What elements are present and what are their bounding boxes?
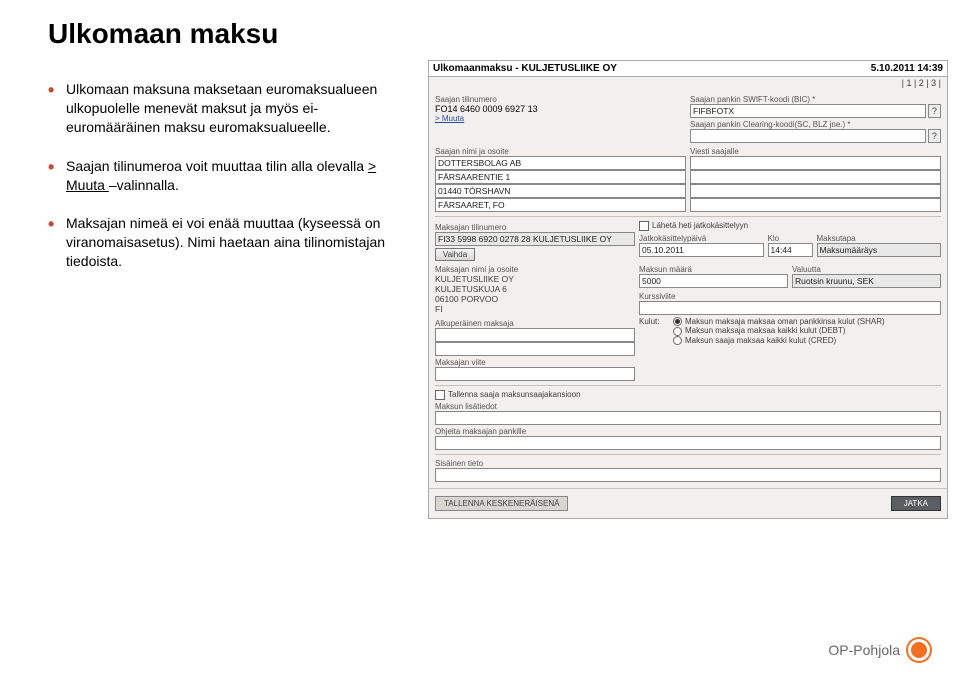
extra-input[interactable] — [435, 411, 941, 425]
bullet-list: Ulkomaan maksuna maksetaan euromaksualue… — [48, 80, 408, 291]
lbl-payment-type: Maksutapa — [817, 234, 942, 243]
divider — [435, 216, 941, 217]
swift-input[interactable]: FIFBFOTX — [690, 104, 926, 118]
lbl-klo: Klo — [768, 234, 813, 243]
msg-2[interactable] — [690, 170, 941, 184]
lbl-payer-name: Maksajan nimi ja osoite — [435, 265, 635, 274]
lbl-fee-shar: Maksun maksaja maksaa oman pankkinsa kul… — [685, 317, 885, 326]
lbl-batch-date: Jatkokäsittelypäivä — [639, 234, 764, 243]
lbl-fee-debt: Maksun maksaja maksaa kaikki kulut (DEBT… — [685, 326, 846, 335]
payee-name-1[interactable]: DOTTERSBOLAG AB — [435, 156, 686, 170]
amount-input[interactable]: 5000 — [639, 274, 788, 288]
payer-name-4: FI — [435, 304, 635, 314]
brand-logo: OP-Pohjola — [828, 637, 932, 663]
change-account-link[interactable]: > Muuta — [435, 114, 686, 123]
bullet-2-tail: –valinnalla. — [109, 177, 179, 193]
bullet-3: Maksajan nimeä ei voi enää muuttaa (kyse… — [48, 214, 408, 271]
msg-4[interactable] — [690, 198, 941, 212]
bullet-1: Ulkomaan maksuna maksetaan euromaksualue… — [48, 80, 408, 137]
brand-text: OP-Pohjola — [828, 642, 900, 658]
divider — [429, 488, 947, 489]
lbl-send-now: Lähetä heti jatkokäsittelyyn — [652, 221, 748, 230]
pager: | 1 | 2 | 3 | — [429, 77, 947, 89]
lbl-clearing: Saajan pankin Clearing-koodi(SC, BLZ jne… — [690, 120, 941, 129]
vaihda-button[interactable]: Vaihda — [435, 248, 475, 261]
payer-name-3: 06100 PORVOO — [435, 294, 635, 304]
save-payee-checkbox[interactable] — [435, 390, 445, 400]
orig-payer-1[interactable] — [435, 328, 635, 342]
lbl-fee-cred: Maksun saaja maksaa kaikki kulut (CRED) — [685, 336, 836, 345]
divider — [435, 454, 941, 455]
msg-1[interactable] — [690, 156, 941, 170]
divider — [435, 385, 941, 386]
payee-name-2[interactable]: FÄRSAARENTIE 1 — [435, 170, 686, 184]
internal-input[interactable] — [435, 468, 941, 482]
save-draft-button[interactable]: TALLENNA KESKENERÄISENÄ — [435, 496, 568, 511]
clearing-input[interactable] — [690, 129, 926, 143]
lbl-bank-instr: Ohjeita maksajan pankille — [435, 427, 941, 436]
lbl-save-payee: Tallenna saaja maksunsaajakansioon — [448, 390, 581, 399]
lbl-internal: Sisäinen tieto — [435, 459, 941, 468]
app-title: Ulkomaanmaksu - KULJETUSLIIKE OY — [433, 63, 617, 74]
app-titlebar: Ulkomaanmaksu - KULJETUSLIIKE OY 5.10.20… — [429, 61, 947, 77]
lbl-amount: Maksun määrä — [639, 265, 788, 274]
date-input[interactable]: 05.10.2011 — [639, 243, 764, 257]
bullet-2: Saajan tilinumeroa voit muuttaa tilin al… — [48, 157, 408, 195]
lbl-message: Viesti saajalle — [690, 147, 941, 156]
app-datetime: 5.10.2011 14:39 — [871, 63, 943, 74]
help-icon[interactable]: ? — [928, 104, 941, 118]
rate-ref-input[interactable] — [639, 301, 941, 315]
lbl-payer-account: Maksajan tilinumero — [435, 223, 635, 232]
continue-button[interactable]: JATKA — [891, 496, 941, 511]
lbl-fees: Kulut: — [639, 317, 667, 345]
lbl-currency: Valuutta — [792, 265, 941, 274]
payer-name-1: KULJETUSLIIKE OY — [435, 274, 635, 284]
payment-type-select[interactable]: Maksumääräys — [817, 243, 942, 257]
fee-shar-radio[interactable] — [673, 317, 682, 326]
payer-name-2: KULJETUSKUJA 6 — [435, 284, 635, 294]
lbl-extra: Maksun lisätiedot — [435, 402, 941, 411]
msg-3[interactable] — [690, 184, 941, 198]
lbl-payer-ref: Maksajan viite — [435, 358, 941, 367]
payer-account-select[interactable]: FI33 5998 6920 0278 28 KULJETUSLIIKE OY — [435, 232, 635, 246]
lbl-payee-account: Saajan tilinumero — [435, 95, 686, 104]
slide-title: Ulkomaan maksu — [0, 0, 960, 50]
fee-debt-radio[interactable] — [673, 327, 682, 336]
payer-ref-input[interactable] — [435, 367, 635, 381]
lbl-swift: Saajan pankin SWIFT-koodi (BIC) * — [690, 95, 941, 104]
bullet-2-text: Saajan tilinumeroa voit muuttaa tilin al… — [66, 158, 368, 174]
payee-name-3[interactable]: 01440 TÓRSHAVN — [435, 184, 686, 198]
time-input[interactable]: 14:44 — [768, 243, 813, 257]
fee-cred-radio[interactable] — [673, 336, 682, 345]
app-screenshot: Ulkomaanmaksu - KULJETUSLIIKE OY 5.10.20… — [428, 60, 948, 519]
send-now-checkbox[interactable] — [639, 221, 649, 231]
lbl-orig-payer: Alkuperäinen maksaja — [435, 319, 635, 328]
payee-account-value: FO14 6460 0009 6927 13 — [435, 104, 686, 114]
currency-select[interactable]: Ruotsin kruunu, SEK — [792, 274, 941, 288]
payee-name-4[interactable]: FÄRSAARET, FO — [435, 198, 686, 212]
lbl-rate-ref: Kurssiviite — [639, 292, 941, 301]
orig-payer-2[interactable] — [435, 342, 635, 356]
bank-instr-input[interactable] — [435, 436, 941, 450]
brand-icon — [906, 637, 932, 663]
lbl-payee-name: Saajan nimi ja osoite — [435, 147, 686, 156]
help-icon[interactable]: ? — [928, 129, 941, 143]
